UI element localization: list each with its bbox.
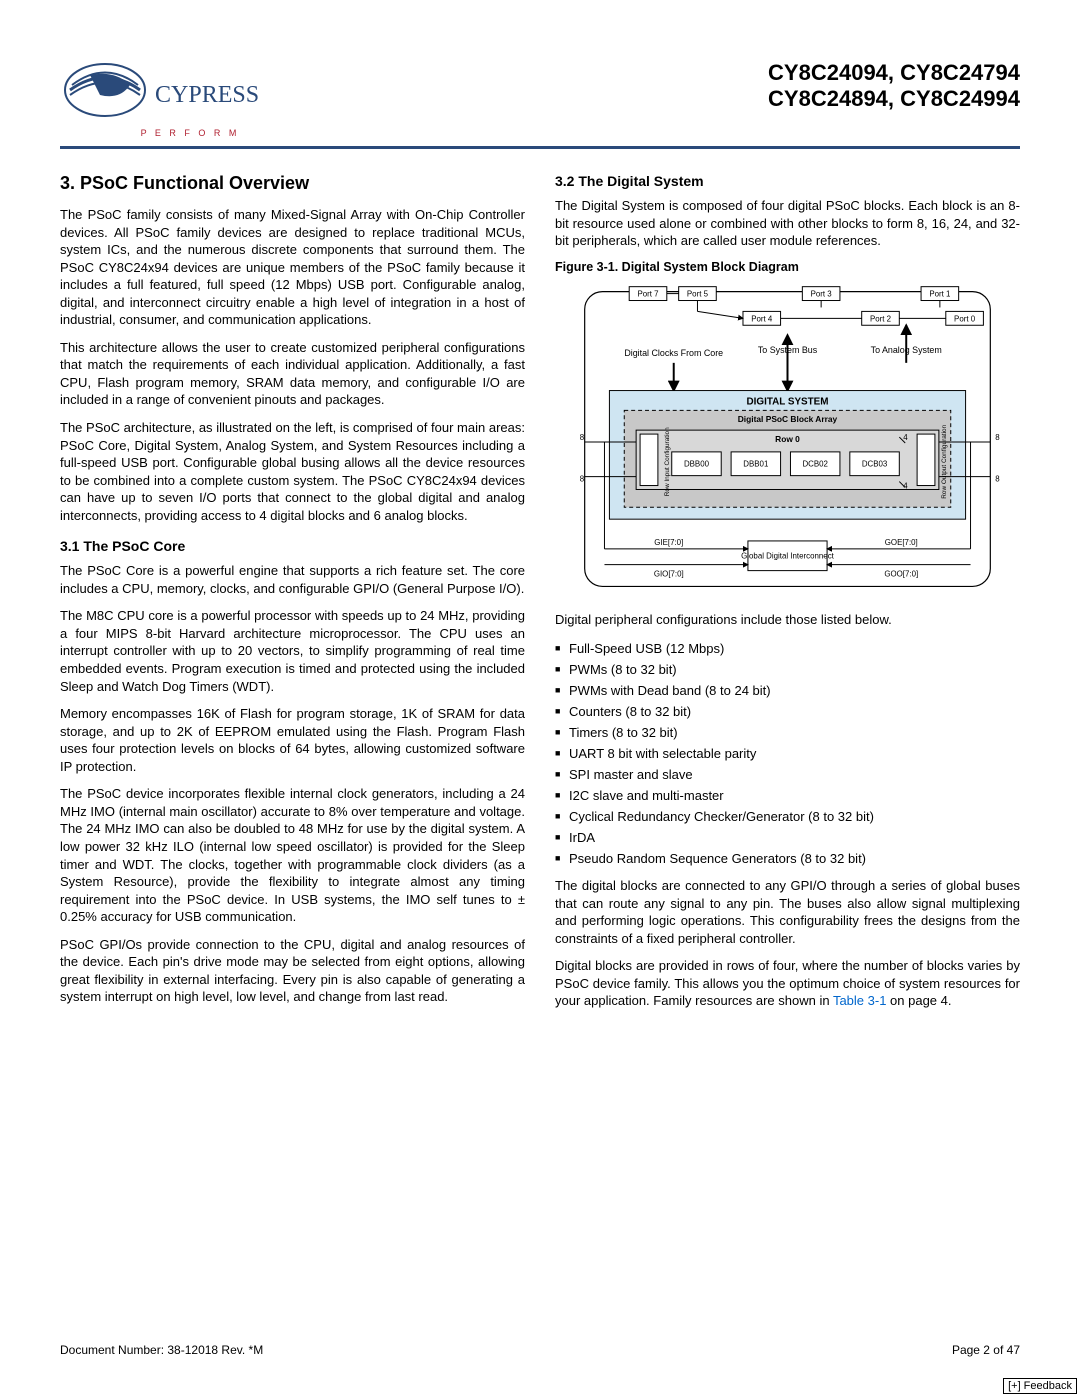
section-3-1-p4: The PSoC device incorporates flexible in…	[60, 785, 525, 925]
svg-text:DBB01: DBB01	[743, 459, 769, 468]
title-line-2: CY8C24894, CY8C24994	[768, 86, 1020, 112]
svg-text:Port 3: Port 3	[811, 289, 833, 298]
section-3-1-p2: The M8C CPU core is a powerful processor…	[60, 607, 525, 695]
svg-text:Digital PSoC Block Array: Digital PSoC Block Array	[738, 414, 838, 424]
section-3-1-p1: The PSoC Core is a powerful engine that …	[60, 562, 525, 597]
list-item: Cyclical Redundancy Checker/Generator (8…	[555, 806, 1020, 827]
svg-text:Port 7: Port 7	[637, 289, 658, 298]
list-item: Counters (8 to 32 bit)	[555, 701, 1020, 722]
section-3-p1: The PSoC family consists of many Mixed-S…	[60, 206, 525, 329]
list-item: IrDA	[555, 827, 1020, 848]
list-item: Pseudo Random Sequence Generators (8 to …	[555, 848, 1020, 869]
svg-text:8: 8	[995, 474, 1000, 483]
section-3-2-heading: 3.2 The Digital System	[555, 173, 1020, 189]
svg-text:GOE[7:0]: GOE[7:0]	[885, 538, 918, 547]
list-item: PWMs with Dead band (8 to 24 bit)	[555, 680, 1020, 701]
title-line-1: CY8C24094, CY8C24794	[768, 60, 1020, 86]
logo-tagline: P E R F O R M	[141, 128, 240, 138]
section-3-p3: The PSoC architecture, as illustrated on…	[60, 419, 525, 524]
cypress-logo: CYPRESS P E R F O R M	[60, 60, 260, 138]
svg-text:DCB03: DCB03	[862, 459, 888, 468]
svg-text:Row Output Configuration: Row Output Configuration	[941, 424, 948, 498]
svg-text:Row 0: Row 0	[775, 434, 800, 444]
section-3-2-p2: Digital peripheral configurations includ…	[555, 611, 1020, 629]
svg-text:Port 1: Port 1	[929, 289, 951, 298]
section-3-1-heading: 3.1 The PSoC Core	[60, 538, 525, 554]
document-part-numbers: CY8C24094, CY8C24794 CY8C24894, CY8C2499…	[768, 60, 1020, 113]
svg-text:4: 4	[903, 433, 908, 442]
section-3-p2: This architecture allows the user to cre…	[60, 339, 525, 409]
svg-text:DBB00: DBB00	[684, 459, 710, 468]
list-item: SPI master and slave	[555, 764, 1020, 785]
svg-text:GIO[7:0]: GIO[7:0]	[654, 569, 684, 578]
section-3-heading: 3. PSoC Functional Overview	[60, 173, 525, 194]
svg-text:CYPRESS: CYPRESS	[155, 82, 259, 108]
section-3-2-p4: Digital blocks are provided in rows of f…	[555, 957, 1020, 1010]
left-column: 3. PSoC Functional Overview The PSoC fam…	[60, 173, 525, 1020]
svg-text:Port 5: Port 5	[687, 289, 709, 298]
svg-text:8: 8	[580, 474, 585, 483]
svg-text:Port 4: Port 4	[751, 314, 773, 323]
list-item: Full-Speed USB (12 Mbps)	[555, 638, 1020, 659]
svg-text:DCB02: DCB02	[802, 459, 828, 468]
page-header: CYPRESS P E R F O R M CY8C24094, CY8C247…	[60, 60, 1020, 138]
svg-text:8: 8	[580, 433, 585, 442]
svg-text:DIGITAL SYSTEM: DIGITAL SYSTEM	[747, 396, 829, 407]
section-3-1-p5: PSoC GPI/Os provide connection to the CP…	[60, 936, 525, 1006]
svg-text:Port 0: Port 0	[954, 314, 976, 323]
page-number: Page 2 of 47	[952, 1343, 1020, 1357]
right-column: 3.2 The Digital System The Digital Syste…	[555, 173, 1020, 1020]
list-item: PWMs (8 to 32 bit)	[555, 659, 1020, 680]
list-item: UART 8 bit with selectable parity	[555, 743, 1020, 764]
svg-text:Port 2: Port 2	[870, 314, 891, 323]
svg-text:Global Digital Interconnect: Global Digital Interconnect	[741, 551, 835, 560]
logo-icon: CYPRESS	[60, 60, 260, 130]
digital-system-block-diagram: Port 7 Port 5 Port 3 Port 1 Port 4 Port …	[555, 282, 1020, 602]
svg-text:Row Input Configuration: Row Input Configuration	[664, 427, 671, 496]
peripheral-config-list: Full-Speed USB (12 Mbps) PWMs (8 to 32 b…	[555, 638, 1020, 869]
svg-text:8: 8	[995, 433, 1000, 442]
header-rule	[60, 146, 1020, 149]
table-3-1-link[interactable]: Table 3-1	[833, 993, 886, 1008]
feedback-button[interactable]: [+] Feedback	[1003, 1378, 1077, 1394]
svg-text:GIE[7:0]: GIE[7:0]	[654, 538, 683, 547]
document-number: Document Number: 38-12018 Rev. *M	[60, 1343, 263, 1357]
list-item: Timers (8 to 32 bit)	[555, 722, 1020, 743]
svg-text:Digital Clocks From Core: Digital Clocks From Core	[624, 348, 723, 358]
section-3-2-p1: The Digital System is composed of four d…	[555, 197, 1020, 250]
page-footer: Document Number: 38-12018 Rev. *M Page 2…	[60, 1343, 1020, 1357]
section-3-1-p3: Memory encompasses 16K of Flash for prog…	[60, 705, 525, 775]
figure-3-1-caption: Figure 3-1. Digital System Block Diagram	[555, 260, 1020, 274]
section-3-2-p3: The digital blocks are connected to any …	[555, 877, 1020, 947]
list-item: I2C slave and multi-master	[555, 785, 1020, 806]
svg-text:GOO[7:0]: GOO[7:0]	[884, 569, 918, 578]
